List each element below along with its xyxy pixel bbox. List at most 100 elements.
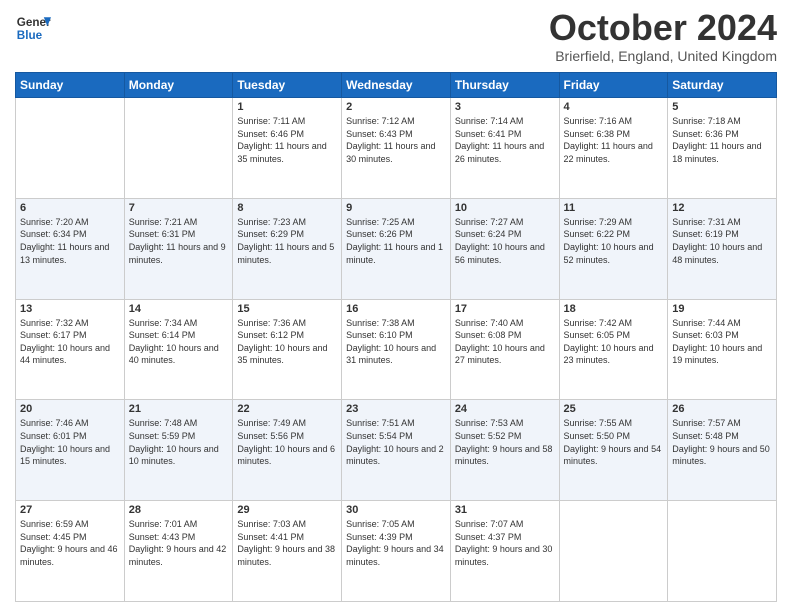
table-row: 14Sunrise: 7:34 AM Sunset: 6:14 PM Dayli… <box>124 299 233 400</box>
day-number: 16 <box>346 303 446 315</box>
table-row: 12Sunrise: 7:31 AM Sunset: 6:19 PM Dayli… <box>668 198 777 299</box>
table-row: 17 Sunrise: 7:40 AM Sunset: 6:08 PM Dayli… <box>450 299 559 400</box>
day-number: 15 <box>237 303 337 315</box>
table-row: 11Sunrise: 7:29 AM Sunset: 6:22 PM Dayli… <box>559 198 668 299</box>
cell-info: Sunrise: 7:51 AM Sunset: 5:54 PM Dayligh… <box>346 417 446 467</box>
day-number: 7 <box>129 202 229 214</box>
day-number: 31 <box>455 504 555 516</box>
table-row: 20 Sunrise: 7:46 AM Sunset: 6:01 PM Dayli… <box>16 400 125 501</box>
table-row: 10 Sunrise: 7:27 AM Sunset: 6:24 PM Dayli… <box>450 198 559 299</box>
table-row: 25 Sunrise: 7:55 AM Sunset: 5:50 PM Dayli… <box>559 400 668 501</box>
table-row: 22 Sunrise: 7:49 AM Sunset: 5:56 PM Dayli… <box>233 400 342 501</box>
day-number: 23 <box>346 403 446 415</box>
cell-info: Sunrise: 7:14 AM Sunset: 6:41 PM Dayligh… <box>455 115 555 165</box>
day-number: 1 <box>237 101 337 113</box>
cell-info: Sunrise: 7:21 AM Sunset: 6:31 PM Dayligh… <box>129 216 229 266</box>
table-row: 29 Sunrise: 7:03 AM Sunset: 4:41 PM Dayli… <box>233 501 342 602</box>
cell-info: Sunrise: 7:27 AM Sunset: 6:24 PM Dayligh… <box>455 216 555 266</box>
table-row: 4 Sunrise: 7:16 AM Sunset: 6:38 PM Daylig… <box>559 98 668 199</box>
calendar-week-0: 1 Sunrise: 7:11 AM Sunset: 6:46 PM Daylig… <box>16 98 777 199</box>
cell-info: Sunrise: 7:20 AM Sunset: 6:34 PM Dayligh… <box>20 216 120 266</box>
calendar-week-4: 27 Sunrise: 6:59 AM Sunset: 4:45 PM Dayli… <box>16 501 777 602</box>
table-row <box>668 501 777 602</box>
day-number: 22 <box>237 403 337 415</box>
logo-icon: General Blue <box>15 10 51 46</box>
table-row: 23 Sunrise: 7:51 AM Sunset: 5:54 PM Dayli… <box>342 400 451 501</box>
day-number: 27 <box>20 504 120 516</box>
table-row: 24Sunrise: 7:53 AM Sunset: 5:52 PM Dayli… <box>450 400 559 501</box>
cell-info: Sunrise: 6:59 AM Sunset: 4:45 PM Dayligh… <box>20 518 120 568</box>
cell-info: Sunrise: 7:01 AM Sunset: 4:43 PM Dayligh… <box>129 518 229 568</box>
cell-info: Sunrise: 7:44 AM Sunset: 6:03 PM Dayligh… <box>672 317 772 367</box>
table-row <box>124 98 233 199</box>
day-number: 20 <box>20 403 120 415</box>
table-row: 27 Sunrise: 6:59 AM Sunset: 4:45 PM Dayli… <box>16 501 125 602</box>
table-row: 6 Sunrise: 7:20 AM Sunset: 6:34 PM Daylig… <box>16 198 125 299</box>
table-row: 13 Sunrise: 7:32 AM Sunset: 6:17 PM Dayli… <box>16 299 125 400</box>
day-number: 17 <box>455 303 555 315</box>
table-row: 2Sunrise: 7:12 AM Sunset: 6:43 PM Daylig… <box>342 98 451 199</box>
cell-info: Sunrise: 7:11 AM Sunset: 6:46 PM Dayligh… <box>237 115 337 165</box>
table-row: 30 Sunrise: 7:05 AM Sunset: 4:39 PM Dayli… <box>342 501 451 602</box>
cell-info: Sunrise: 7:42 AM Sunset: 6:05 PM Dayligh… <box>564 317 664 367</box>
day-number: 5 <box>672 101 772 113</box>
svg-text:Blue: Blue <box>17 29 43 42</box>
calendar-week-2: 13 Sunrise: 7:32 AM Sunset: 6:17 PM Dayli… <box>16 299 777 400</box>
cell-info: Sunrise: 7:34 AM Sunset: 6:14 PM Dayligh… <box>129 317 229 367</box>
table-row <box>559 501 668 602</box>
col-saturday: Saturday <box>668 73 777 98</box>
col-thursday: Thursday <box>450 73 559 98</box>
cell-info: Sunrise: 7:18 AM Sunset: 6:36 PM Dayligh… <box>672 115 772 165</box>
day-number: 25 <box>564 403 664 415</box>
col-sunday: Sunday <box>16 73 125 98</box>
cell-info: Sunrise: 7:05 AM Sunset: 4:39 PM Dayligh… <box>346 518 446 568</box>
cell-info: Sunrise: 7:16 AM Sunset: 6:38 PM Dayligh… <box>564 115 664 165</box>
page: General Blue October 2024 Brierfield, En… <box>0 0 792 612</box>
location: Brierfield, England, United Kingdom <box>549 48 777 64</box>
table-row: 19 Sunrise: 7:44 AM Sunset: 6:03 PM Dayli… <box>668 299 777 400</box>
table-row: 15 Sunrise: 7:36 AM Sunset: 6:12 PM Dayli… <box>233 299 342 400</box>
cell-info: Sunrise: 7:36 AM Sunset: 6:12 PM Dayligh… <box>237 317 337 367</box>
cell-info: Sunrise: 7:55 AM Sunset: 5:50 PM Dayligh… <box>564 417 664 467</box>
cell-info: Sunrise: 7:49 AM Sunset: 5:56 PM Dayligh… <box>237 417 337 467</box>
calendar-header-row: Sunday Monday Tuesday Wednesday Thursday… <box>16 73 777 98</box>
day-number: 26 <box>672 403 772 415</box>
calendar-week-3: 20 Sunrise: 7:46 AM Sunset: 6:01 PM Dayli… <box>16 400 777 501</box>
cell-info: Sunrise: 7:53 AM Sunset: 5:52 PM Dayligh… <box>455 417 555 467</box>
day-number: 9 <box>346 202 446 214</box>
day-number: 30 <box>346 504 446 516</box>
day-number: 10 <box>455 202 555 214</box>
day-number: 6 <box>20 202 120 214</box>
logo: General Blue <box>15 10 51 46</box>
day-number: 13 <box>20 303 120 315</box>
header: General Blue October 2024 Brierfield, En… <box>15 10 777 64</box>
table-row: 31Sunrise: 7:07 AM Sunset: 4:37 PM Dayli… <box>450 501 559 602</box>
cell-info: Sunrise: 7:46 AM Sunset: 6:01 PM Dayligh… <box>20 417 120 467</box>
day-number: 8 <box>237 202 337 214</box>
cell-info: Sunrise: 7:48 AM Sunset: 5:59 PM Dayligh… <box>129 417 229 467</box>
table-row: 5 Sunrise: 7:18 AM Sunset: 6:36 PM Daylig… <box>668 98 777 199</box>
cell-info: Sunrise: 7:40 AM Sunset: 6:08 PM Dayligh… <box>455 317 555 367</box>
table-row: 21Sunrise: 7:48 AM Sunset: 5:59 PM Dayli… <box>124 400 233 501</box>
cell-info: Sunrise: 7:03 AM Sunset: 4:41 PM Dayligh… <box>237 518 337 568</box>
cell-info: Sunrise: 7:32 AM Sunset: 6:17 PM Dayligh… <box>20 317 120 367</box>
calendar-week-1: 6 Sunrise: 7:20 AM Sunset: 6:34 PM Daylig… <box>16 198 777 299</box>
day-number: 3 <box>455 101 555 113</box>
day-number: 29 <box>237 504 337 516</box>
title-block: October 2024 Brierfield, England, United… <box>549 10 777 64</box>
table-row: 9 Sunrise: 7:25 AM Sunset: 6:26 PM Daylig… <box>342 198 451 299</box>
table-row: 7 Sunrise: 7:21 AM Sunset: 6:31 PM Daylig… <box>124 198 233 299</box>
day-number: 4 <box>564 101 664 113</box>
table-row: 8 Sunrise: 7:23 AM Sunset: 6:29 PM Daylig… <box>233 198 342 299</box>
col-tuesday: Tuesday <box>233 73 342 98</box>
day-number: 11 <box>564 202 664 214</box>
cell-info: Sunrise: 7:38 AM Sunset: 6:10 PM Dayligh… <box>346 317 446 367</box>
col-friday: Friday <box>559 73 668 98</box>
cell-info: Sunrise: 7:23 AM Sunset: 6:29 PM Dayligh… <box>237 216 337 266</box>
table-row <box>16 98 125 199</box>
day-number: 19 <box>672 303 772 315</box>
cell-info: Sunrise: 7:31 AM Sunset: 6:19 PM Dayligh… <box>672 216 772 266</box>
table-row: 28Sunrise: 7:01 AM Sunset: 4:43 PM Dayli… <box>124 501 233 602</box>
calendar-table: Sunday Monday Tuesday Wednesday Thursday… <box>15 72 777 602</box>
cell-info: Sunrise: 7:25 AM Sunset: 6:26 PM Dayligh… <box>346 216 446 266</box>
